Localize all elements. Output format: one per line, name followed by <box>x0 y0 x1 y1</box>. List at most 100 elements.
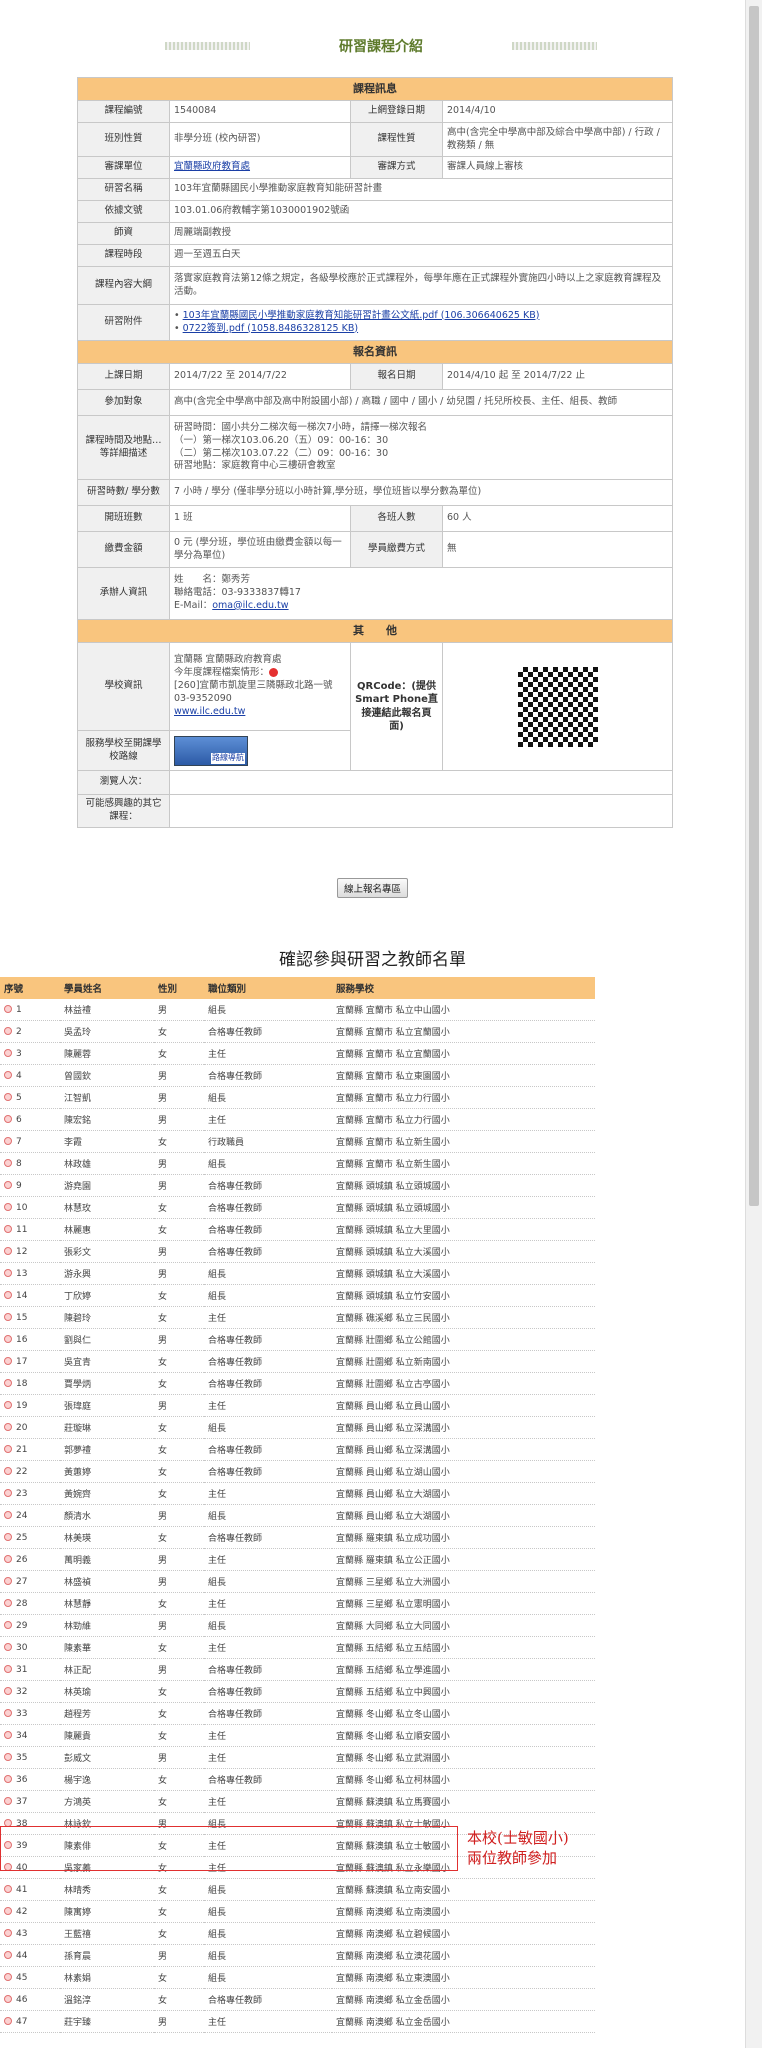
row-name: 李霞 <box>60 1130 154 1153</box>
annotation-line: 本校(士敏國小) <box>467 1829 569 1847</box>
row-name: 莊璇琳 <box>60 1416 154 1439</box>
contact-email-link[interactable]: oma@ilc.edu.tw <box>212 600 288 611</box>
bullet-icon <box>4 1159 12 1167</box>
table-row: 41 林晴秀女組長 宜蘭縣 蘇澳鎮 私立南安國小 <box>0 1878 595 1901</box>
row-position: 主任 <box>204 1790 332 1813</box>
row-position: 合格專任教師 <box>204 1328 332 1351</box>
row-gender: 女 <box>154 1218 204 1241</box>
bullet-icon <box>4 1973 12 1981</box>
row-position: 主任 <box>204 1108 332 1131</box>
qrcode-image[interactable] <box>517 666 598 747</box>
bullet-icon <box>4 1115 12 1123</box>
table-row: 25 林美瑛女合格專任教師 宜蘭縣 羅東鎮 私立成功國小 <box>0 1526 595 1549</box>
header-no: 序號 <box>0 977 60 999</box>
row-gender: 女 <box>154 1130 204 1153</box>
row-gender: 女 <box>154 1724 204 1747</box>
status-dot-icon <box>269 668 279 678</box>
bullet-icon <box>4 1401 12 1409</box>
school-website-link[interactable]: www.ilc.edu.tw <box>174 706 245 717</box>
row-no-text: 43 <box>16 1928 28 1939</box>
row-no: 1 <box>0 999 60 1021</box>
contact-name: 姓 名：鄭秀芳 <box>174 574 251 586</box>
row-position: 合格專任教師 <box>204 1768 332 1791</box>
row-gender: 男 <box>154 1262 204 1285</box>
bullet-icon <box>4 1093 12 1101</box>
row-school: 宜蘭縣 冬山鄉 私立柯林國小 <box>332 1768 595 1791</box>
row-school: 宜蘭縣 冬山鄉 私立武淵國小 <box>332 1746 595 1769</box>
row-school: 宜蘭縣 礁溪鄉 私立三民國小 <box>332 1306 595 1329</box>
row-no-text: 36 <box>16 1774 28 1785</box>
bullet-icon <box>4 1445 12 1453</box>
row-no: 12 <box>0 1240 60 1263</box>
row-no: 7 <box>0 1130 60 1153</box>
row-no: 17 <box>0 1350 60 1373</box>
bullet-icon <box>4 1995 12 2003</box>
schedule-line: （二）第二梯次103.07.22（二）09：00-16：30 <box>174 447 389 459</box>
row-no: 45 <box>0 1966 60 1989</box>
review-method-label: 審課方式 <box>350 156 443 179</box>
row-no-text: 2 <box>16 1026 22 1037</box>
course-id: 1540084 <box>169 100 351 123</box>
row-position: 合格專任教師 <box>204 1064 332 1087</box>
row-gender: 男 <box>154 1328 204 1351</box>
row-no-text: 33 <box>16 1708 28 1719</box>
row-no: 25 <box>0 1526 60 1549</box>
attachment-link[interactable]: 0722簽到.pdf (1058.8486328125 KB) <box>183 323 358 334</box>
class-count: 1 班 <box>169 505 351 532</box>
row-no-text: 1 <box>16 1004 22 1015</box>
bullet-icon <box>4 1269 12 1277</box>
row-no: 24 <box>0 1504 60 1527</box>
row-school: 宜蘭縣 宜蘭市 私立新生國小 <box>332 1152 595 1175</box>
row-gender: 男 <box>154 1064 204 1087</box>
row-no-text: 17 <box>16 1356 28 1367</box>
review-unit-link[interactable]: 宜蘭縣政府教育處 <box>174 161 250 172</box>
bullet-icon <box>4 1577 12 1585</box>
row-gender: 女 <box>154 1592 204 1615</box>
row-position: 合格專任教師 <box>204 1702 332 1725</box>
row-no: 26 <box>0 1548 60 1571</box>
row-no: 18 <box>0 1372 60 1395</box>
bullet-icon <box>4 1005 12 1013</box>
table-row: 28 林慧靜女主任 宜蘭縣 三星鄉 私立憲明國小 <box>0 1592 595 1615</box>
row-position: 合格專任教師 <box>204 1196 332 1219</box>
row-name: 陳碧玲 <box>60 1306 154 1329</box>
instructor-label: 師資 <box>77 222 170 245</box>
table-row: 6 陳宏銘男主任 宜蘭縣 宜蘭市 私立力行國小 <box>0 1108 595 1131</box>
row-position: 主任 <box>204 1306 332 1329</box>
row-position: 主任 <box>204 1636 332 1659</box>
attachments-label: 研習附件 <box>77 304 170 341</box>
row-position: 組長 <box>204 1900 332 1923</box>
course-name-label: 研習名稱 <box>77 178 170 201</box>
route-navigation-button[interactable]: 路線導航 <box>174 735 248 766</box>
row-position: 合格專任教師 <box>204 1372 332 1395</box>
qrcode-label: QRCode：(提供Smart Phone直接連結此報名頁面) <box>350 642 443 771</box>
row-gender: 男 <box>154 1570 204 1593</box>
row-school: 宜蘭縣 宜蘭市 私立中山國小 <box>332 999 595 1021</box>
hours: 7 小時 / 學分 (僅非學分班以小時計算,學分班，學位班皆以學分數為單位) <box>169 479 673 506</box>
row-school: 宜蘭縣 員山鄉 私立大湖國小 <box>332 1482 595 1505</box>
fee-label: 繳費金額 <box>77 531 170 568</box>
row-no: 29 <box>0 1614 60 1637</box>
online-signup-area: 線上報名專區 <box>0 878 745 898</box>
row-no-text: 19 <box>16 1400 28 1411</box>
school-files-status: 今年度課程檔案情形： <box>174 667 270 679</box>
scrollbar-thumb[interactable] <box>749 6 759 1206</box>
page-title: 研習課程介紹 <box>339 39 423 55</box>
row-name: 陳麗蓉 <box>60 1042 154 1065</box>
vertical-scrollbar[interactable] <box>745 0 762 2048</box>
attachment-link[interactable]: 103年宜蘭縣國民小學推動家庭教育知能研習計畫公文紙.pdf (106.3066… <box>183 310 540 321</box>
row-name: 楊宇逸 <box>60 1768 154 1791</box>
row-position: 組長 <box>204 1416 332 1439</box>
table-row: 22 黃蕙婷女合格專任教師 宜蘭縣 員山鄉 私立湖山國小 <box>0 1460 595 1483</box>
row-position: 主任 <box>204 1482 332 1505</box>
section-enroll-header: 報名資訊 <box>77 340 673 364</box>
online-signup-button[interactable]: 線上報名專區 <box>336 878 408 898</box>
row-school: 宜蘭縣 員山鄉 私立深溝國小 <box>332 1416 595 1439</box>
row-name: 林慧玫 <box>60 1196 154 1219</box>
row-school: 宜蘭縣 宜蘭市 私立東園國小 <box>332 1064 595 1087</box>
row-no-text: 28 <box>16 1598 28 1609</box>
table-row: 8 林政雄男組長 宜蘭縣 宜蘭市 私立新生國小 <box>0 1152 595 1175</box>
row-gender: 男 <box>154 1174 204 1197</box>
row-no: 28 <box>0 1592 60 1615</box>
row-name: 林政雄 <box>60 1152 154 1175</box>
